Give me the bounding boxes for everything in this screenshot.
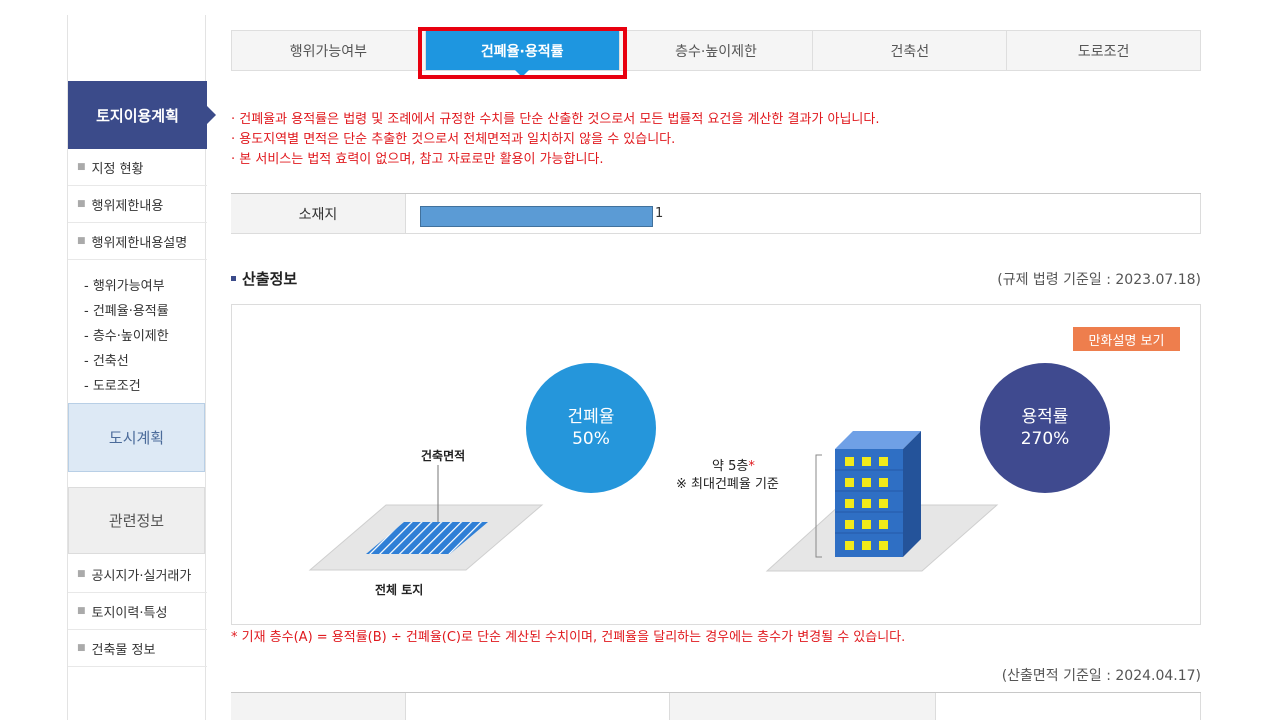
section-title-text: 산출정보: [242, 270, 298, 288]
sidebar-item-label: 토지이력·특성: [91, 605, 168, 621]
tab-bcr-far[interactable]: 건폐율·용적률: [425, 31, 620, 77]
address-redaction: [420, 206, 653, 227]
sidebar-item-land-price[interactable]: ■ 공시지가·실거래가: [68, 556, 207, 593]
sidebar-item-land-history[interactable]: ■ 토지이력·특성: [68, 593, 207, 630]
formula-note: * 기재 층수(A) = 용적률(B) ÷ 건폐율(C)로 단순 계산된 수치이…: [231, 630, 906, 645]
cartoon-explanation-button[interactable]: 만화설명 보기: [1073, 327, 1180, 351]
area-table-cell: [406, 693, 670, 720]
tab-building-line[interactable]: 건축선: [813, 31, 1008, 70]
location-label: 소재지: [231, 194, 406, 233]
bullet-icon: ■: [77, 643, 86, 653]
far-label: 용적률: [1021, 407, 1069, 427]
sidebar-item-restrictions[interactable]: ■ 행위제한내용: [68, 186, 207, 223]
far-circle: 용적률 270%: [980, 363, 1110, 493]
sidebar-subitem-building-line[interactable]: - 건축선: [68, 347, 207, 372]
location-table: 소재지 1: [231, 193, 1201, 234]
sidebar-item-building-info[interactable]: ■ 건축물 정보: [68, 630, 207, 667]
calculation-diagram: 만화설명 보기 건폐율 50% 용적률 270% 건축면적 전체 토지 약 5층…: [231, 304, 1201, 625]
tab-permitted-acts[interactable]: 행위가능여부: [232, 31, 426, 70]
bcr-label: 건폐율: [567, 407, 615, 427]
sidebar-related-menu: ■ 공시지가·실거래가 ■ 토지이력·특성 ■ 건축물 정보: [68, 556, 207, 667]
sidebar-item-label: 건축물 정보: [91, 642, 156, 658]
far-value: 270%: [1020, 429, 1070, 449]
location-value-cell: 1: [406, 194, 1201, 233]
sidebar-item-label: 공시지가·실거래가: [91, 568, 192, 584]
sidebar-subitem-permitted[interactable]: - 행위가능여부: [68, 272, 207, 297]
sidebar-subitem-road[interactable]: - 도로조건: [68, 372, 207, 397]
tab-bar: 행위가능여부 건폐율·용적률 층수·높이제한 건축선 도로조건: [231, 30, 1201, 77]
area-table-header-cell: [231, 693, 406, 720]
sidebar-menu: ■ 지정 현황 ■ 행위제한내용 ■ 행위제한내용설명: [68, 149, 207, 260]
floors-label: 약 5층*: [712, 455, 755, 474]
bullet-icon: ■: [77, 606, 86, 616]
sidebar-submenu: - 행위가능여부 - 건폐율·용적률 - 층수·높이제한 - 건축선 - 도로조…: [68, 272, 207, 397]
sidebar-subitem-height[interactable]: - 층수·높이제한: [68, 322, 207, 347]
total-land-label: 전체 토지: [375, 583, 424, 597]
floors-value: 약 5층: [712, 459, 749, 474]
bullet-icon: ■: [77, 162, 86, 172]
bcr-circle: 건폐율 50%: [526, 363, 656, 493]
bcr-value: 50%: [572, 429, 610, 449]
sidebar-item-label: 행위제한내용: [91, 198, 164, 214]
bullet-icon: ■: [77, 236, 86, 246]
notice-item: · 용도지역별 면적은 단순 추출한 것으로서 전체면적과 일치하지 않을 수 …: [231, 132, 676, 147]
sidebar-item-label: 지정 현황: [91, 161, 144, 177]
floors-note: ※ 최대건폐율 기준: [676, 477, 779, 492]
bullet-icon: ■: [77, 569, 86, 579]
sidebar-subitem-bcr-far[interactable]: - 건폐율·용적률: [68, 297, 207, 322]
regulation-date: (규제 법령 기준일 : 2023.07.18): [997, 272, 1201, 288]
area-reference-date: (산출면적 기준일 : 2024.04.17): [1001, 668, 1201, 684]
sidebar-item-label: 행위제한내용설명: [91, 235, 188, 251]
floors-star: *: [748, 459, 755, 474]
area-table: [231, 692, 1201, 720]
section-title: 산출정보: [231, 268, 297, 289]
tab-road-conditions[interactable]: 도로조건: [1007, 31, 1200, 70]
address-suffix: 1: [655, 206, 664, 221]
area-table-header-cell: [670, 693, 936, 720]
sidebar-item-restriction-desc[interactable]: ■ 행위제한내용설명: [68, 223, 207, 260]
area-table-cell: [936, 693, 1201, 720]
sidebar-item-designation[interactable]: ■ 지정 현황: [68, 149, 207, 186]
building-area-label: 건축면적: [421, 449, 466, 463]
notice-list: · 건폐율과 용적률은 법령 및 조례에서 규정한 수치를 단순 산출한 것으로…: [231, 110, 879, 170]
sidebar: 토지이용계획 ■ 지정 현황 ■ 행위제한내용 ■ 행위제한내용설명 - 행위가능여부…: [67, 15, 216, 720]
notice-item: · 본 서비스는 법적 효력이 없으며, 참고 자료로만 활용이 가능합니다.: [231, 152, 604, 167]
sidebar-head-land-plan[interactable]: 토지이용계획: [68, 81, 216, 149]
bullet-icon: ■: [77, 199, 86, 209]
notice-item: · 건폐율과 용적률은 법령 및 조례에서 규정한 수치를 단순 산출한 것으로…: [231, 112, 880, 127]
building-illustration: [835, 431, 921, 557]
square-bullet-icon: [231, 276, 236, 281]
sidebar-city-plan[interactable]: 도시계획: [68, 403, 205, 472]
tab-height-limit[interactable]: 층수·높이제한: [620, 31, 814, 70]
sidebar-related-info[interactable]: 관련정보: [68, 487, 205, 554]
